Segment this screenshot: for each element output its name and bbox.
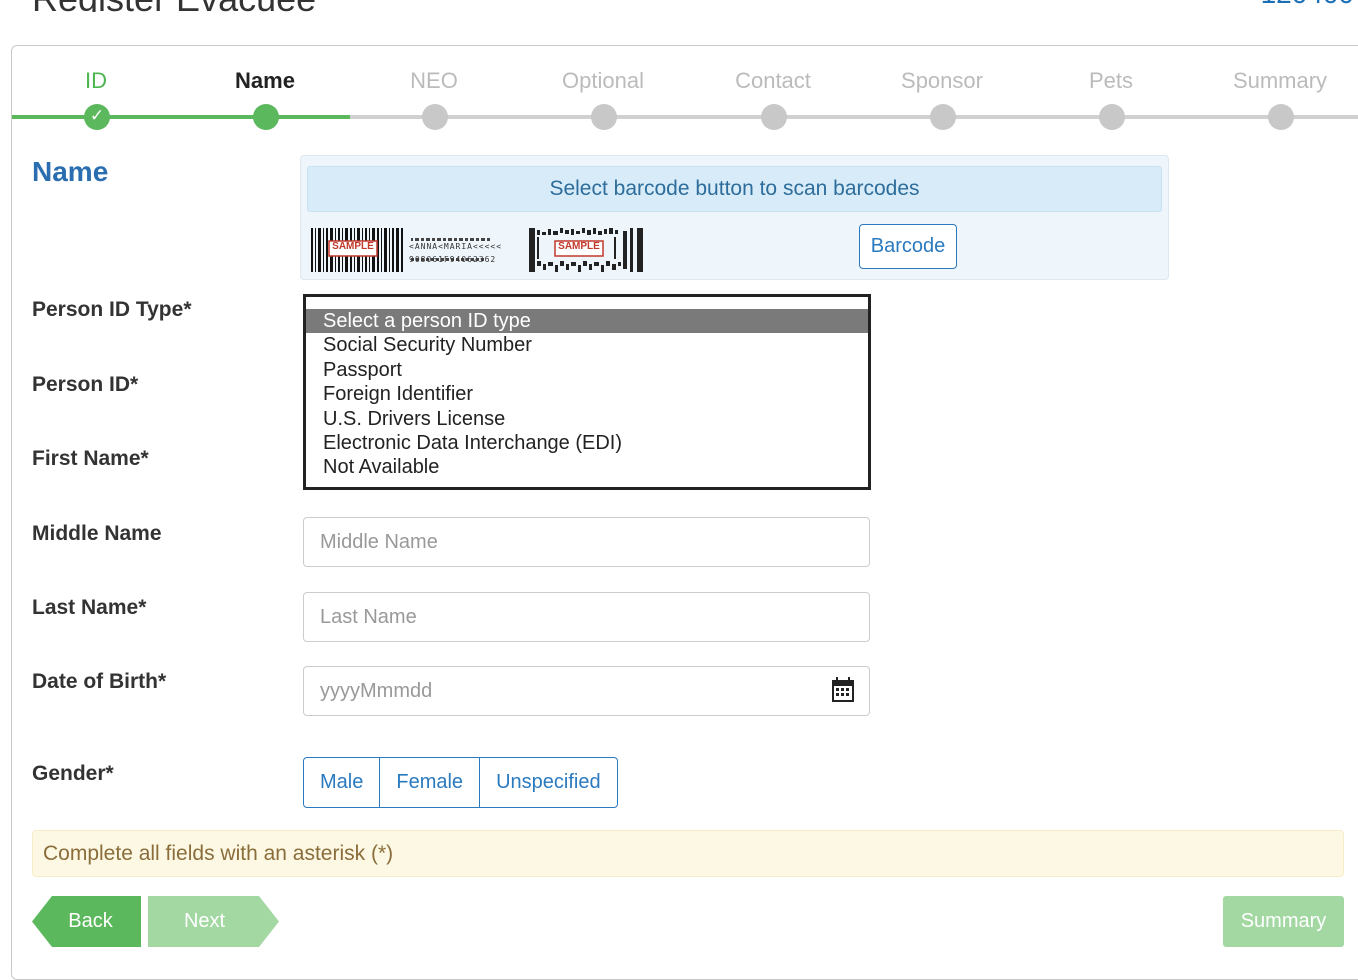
barcode-sample-image: SAMPLE SAMPLE <ANNA<MARIA<<<<< 908061F94… bbox=[311, 228, 651, 272]
person-id-type-option[interactable]: Passport bbox=[306, 358, 868, 382]
progress-track-completed bbox=[12, 115, 350, 119]
step-name-dot[interactable] bbox=[253, 104, 279, 130]
last-name-label: Last Name* bbox=[32, 596, 147, 619]
barcode-sample-badge: SAMPLE bbox=[332, 241, 374, 252]
required-fields-alert: Complete all fields with an asterisk (*) bbox=[32, 830, 1344, 877]
middle-name-label: Middle Name bbox=[32, 522, 162, 545]
check-icon: ✓ bbox=[89, 106, 105, 125]
gender-male-button[interactable]: Male bbox=[304, 758, 381, 807]
person-id-type-select[interactable]: Select a person ID type Social Security N… bbox=[303, 294, 871, 490]
barcode-info-message: Select barcode button to scan barcodes bbox=[307, 166, 1162, 212]
dob-label: Date of Birth* bbox=[32, 670, 167, 693]
person-id-type-option[interactable]: Not Available bbox=[306, 455, 868, 479]
gender-label: Gender* bbox=[32, 762, 114, 785]
step-optional-dot bbox=[591, 104, 617, 130]
back-button[interactable]: Back bbox=[32, 896, 141, 947]
gender-toggle-group: Male Female Unspecified bbox=[303, 757, 618, 808]
summary-button[interactable]: Summary bbox=[1223, 896, 1344, 947]
gender-female-button[interactable]: Female bbox=[380, 758, 481, 807]
page-header: Register Evacuee 120400 bbox=[0, 0, 1358, 12]
last-name-input[interactable] bbox=[303, 592, 870, 642]
page-title: Register Evacuee bbox=[32, 0, 316, 12]
calendar-button[interactable] bbox=[815, 666, 870, 716]
step-pets-dot bbox=[1099, 104, 1125, 130]
progress-track-remaining bbox=[350, 115, 1358, 119]
step-contact-dot bbox=[761, 104, 787, 130]
person-id-type-option[interactable]: Social Security Number bbox=[306, 333, 868, 357]
person-id-type-option[interactable]: Foreign Identifier bbox=[306, 382, 868, 406]
step-pets-label: Pets bbox=[1088, 68, 1134, 93]
gender-unspecified-button[interactable]: Unspecified bbox=[480, 758, 617, 807]
step-sponsor-label: Sponsor bbox=[901, 68, 983, 93]
next-button[interactable]: Next bbox=[148, 896, 279, 947]
first-name-label: First Name* bbox=[32, 447, 149, 470]
calendar-icon bbox=[832, 677, 854, 702]
section-title: Name bbox=[32, 156, 109, 187]
person-id-type-label: Person ID Type* bbox=[32, 298, 192, 321]
step-id-label[interactable]: ID bbox=[85, 68, 107, 94]
middle-name-input[interactable] bbox=[303, 517, 870, 567]
person-id-type-option[interactable]: Select a person ID type bbox=[306, 309, 868, 334]
barcode-mrz-line-1: <ANNA<MARIA<<<<< bbox=[409, 242, 503, 251]
barcode-sample-badge-2d: SAMPLE bbox=[558, 241, 600, 252]
step-neo-label: NEO bbox=[410, 68, 458, 93]
person-id-type-option[interactable]: Electronic Data Interchange (EDI) bbox=[306, 431, 868, 455]
step-name-label[interactable]: Name bbox=[235, 68, 295, 94]
step-summary-dot bbox=[1268, 104, 1294, 130]
step-sponsor-dot bbox=[930, 104, 956, 130]
person-id-label: Person ID* bbox=[32, 373, 139, 396]
barcode-mrz-line-2: 908061F94062362 bbox=[409, 255, 497, 264]
dob-input[interactable] bbox=[303, 666, 816, 716]
person-id-type-option[interactable]: U.S. Drivers License bbox=[306, 407, 868, 431]
step-neo-dot bbox=[422, 104, 448, 130]
barcode-panel: Select barcode button to scan barcodes S… bbox=[300, 155, 1169, 280]
step-id-dot[interactable]: ✓ bbox=[84, 104, 110, 130]
step-contact-label: Contact bbox=[735, 68, 811, 93]
header-right-text: 120400 bbox=[1261, 0, 1354, 10]
step-summary-label: Summary bbox=[1232, 68, 1328, 93]
person-id-type-options: Select a person ID type Social Security N… bbox=[306, 309, 868, 480]
step-optional-label: Optional bbox=[562, 68, 644, 93]
barcode-button[interactable]: Barcode bbox=[859, 224, 957, 269]
